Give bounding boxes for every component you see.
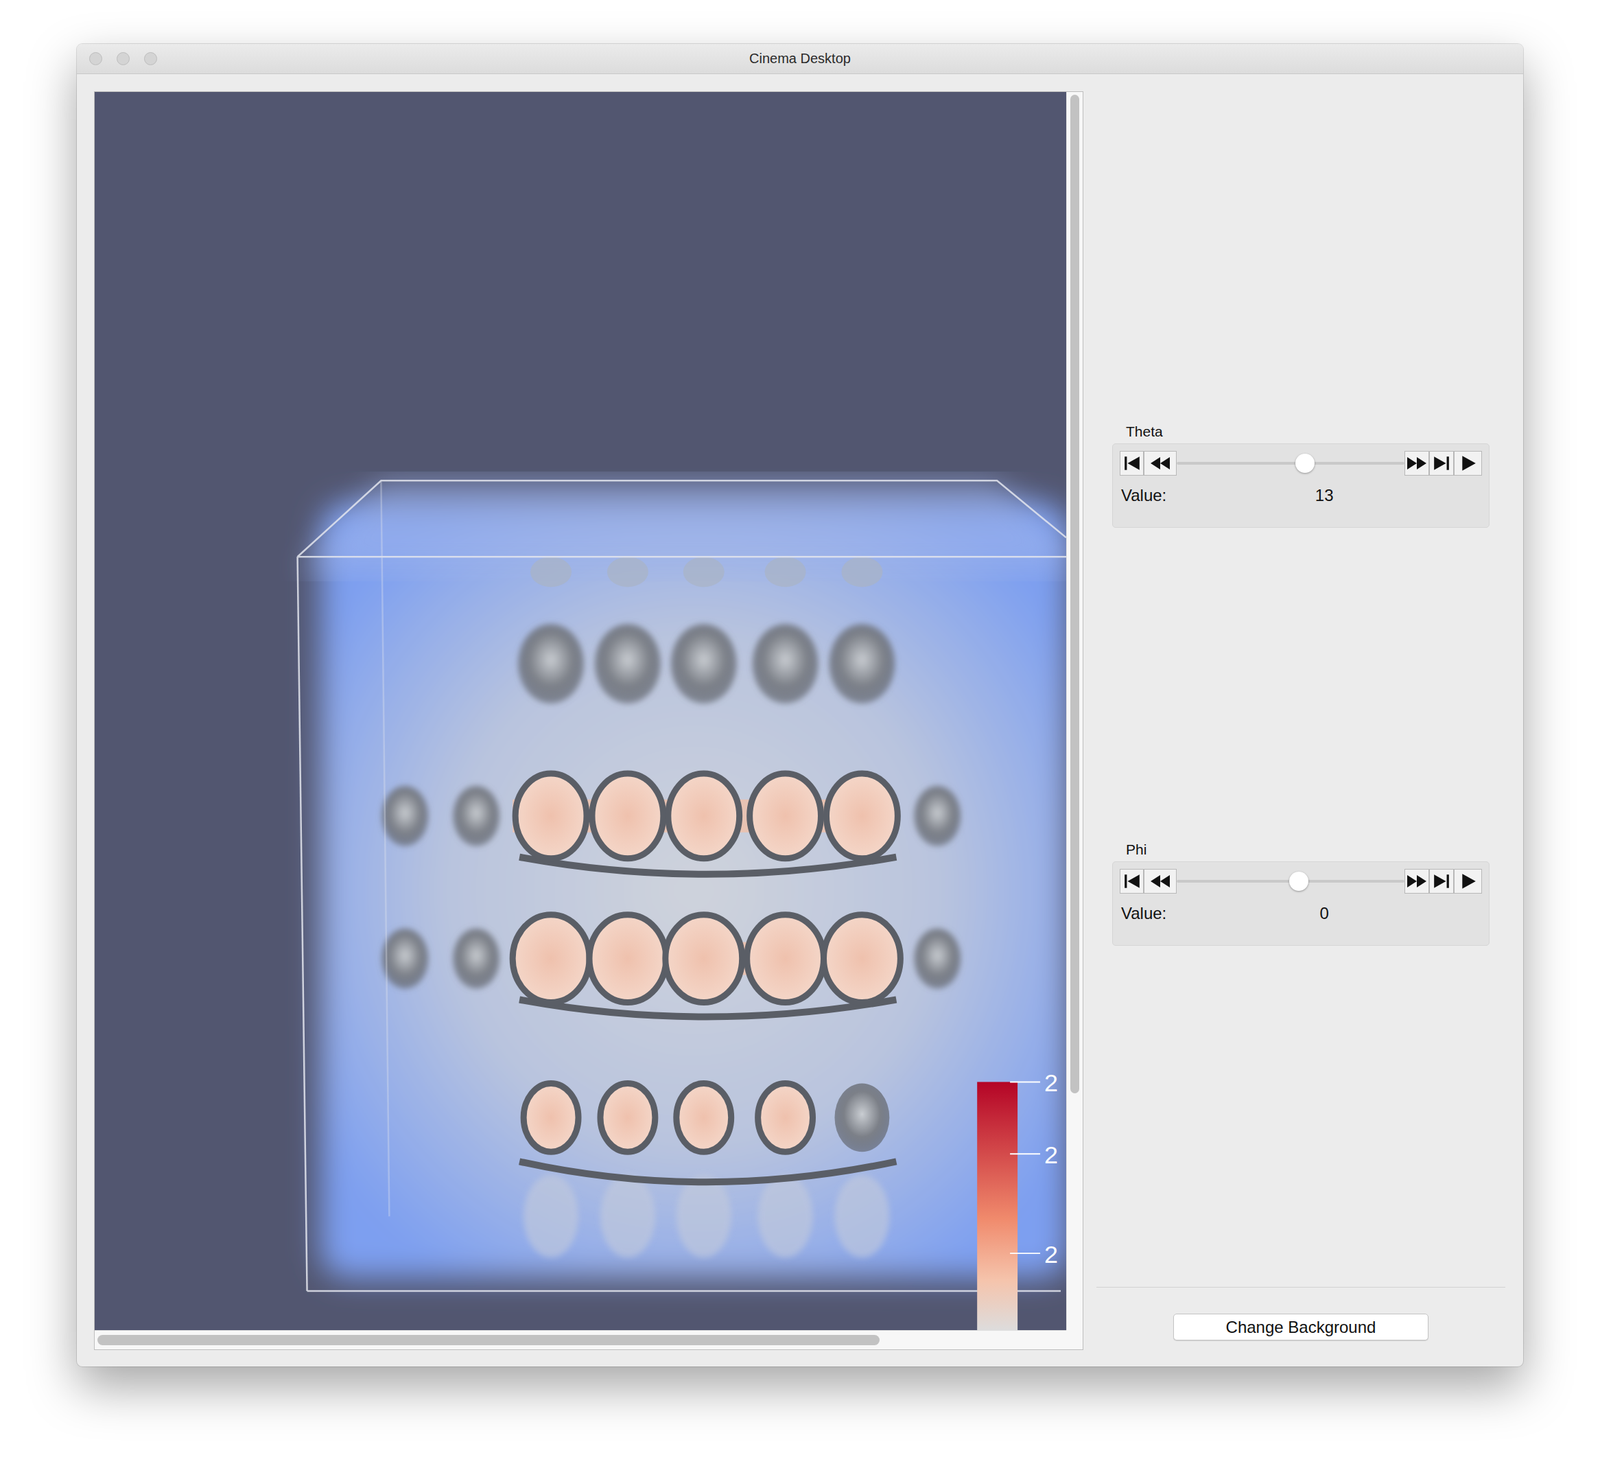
slider-thumb[interactable] [1289,871,1309,891]
rewind-button[interactable] [1143,868,1177,894]
divider [1096,1286,1506,1288]
last-button[interactable] [1429,450,1454,476]
vertical-scrollbar[interactable] [1066,91,1083,1330]
value-label: Value: [1121,903,1167,923]
title-bar: Cinema Desktop [76,43,1524,75]
close-button[interactable] [89,52,103,66]
legend-tick-label: 2 [1044,1239,1058,1268]
value-label: Value: [1121,485,1167,505]
render-view: 2 2 2 [93,91,1084,1350]
legend-tick-label: 2 [1044,1068,1058,1097]
fast-forward-button[interactable] [1404,450,1430,476]
rewind-icon [1149,454,1172,473]
control-panel: Theta Value: 13 Phi Value: 0 Change Backg… [1096,74,1506,1367]
first-button[interactable] [1119,868,1144,894]
color-legend-bar [977,1081,1018,1330]
scroll-thumb[interactable] [1070,94,1080,1093]
zoom-button[interactable] [144,52,158,66]
fast-forward-icon [1405,872,1428,890]
slider-track[interactable] [1189,868,1393,894]
scroll-thumb[interactable] [97,1334,880,1345]
slider-label: Phi [1112,840,1490,859]
play-icon [1459,454,1478,473]
slider-group: Theta Value: 13 [1096,422,1490,528]
minimize-button[interactable] [116,52,130,66]
fast-forward-icon [1405,454,1428,473]
first-button[interactable] [1119,450,1144,476]
horizontal-scrollbar[interactable] [94,1329,1067,1349]
rewind-button[interactable] [1143,450,1177,476]
fast-forward-button[interactable] [1404,868,1430,894]
slider-group: Phi Value: 0 [1096,840,1490,946]
slider-thumb[interactable] [1295,453,1315,473]
volume-render: 2 2 2 [94,91,1067,1330]
render-canvas[interactable]: 2 2 2 [94,91,1067,1330]
skip-start-icon [1123,454,1141,473]
change-background-button[interactable]: Change Background [1173,1313,1429,1340]
rewind-icon [1149,872,1172,890]
play-button[interactable] [1453,868,1482,894]
slider-track[interactable] [1189,450,1393,476]
slider-label: Theta [1112,422,1490,441]
window-title: Cinema Desktop [749,50,851,67]
app-window: Cinema Desktop 2 2 2 Theta Value: 13 Phi Va… [76,43,1524,1367]
play-icon [1459,872,1478,890]
legend-tick-label: 2 [1044,1140,1058,1169]
value-readout: 13 [1166,485,1482,505]
play-button[interactable] [1453,450,1482,476]
desktop: Cinema Desktop 2 2 2 Theta Value: 13 Phi Va… [0,0,1600,1477]
value-readout: 0 [1166,903,1482,923]
skip-end-icon [1432,872,1451,890]
skip-end-icon [1432,454,1451,473]
last-button[interactable] [1429,868,1454,894]
skip-start-icon [1123,872,1141,890]
